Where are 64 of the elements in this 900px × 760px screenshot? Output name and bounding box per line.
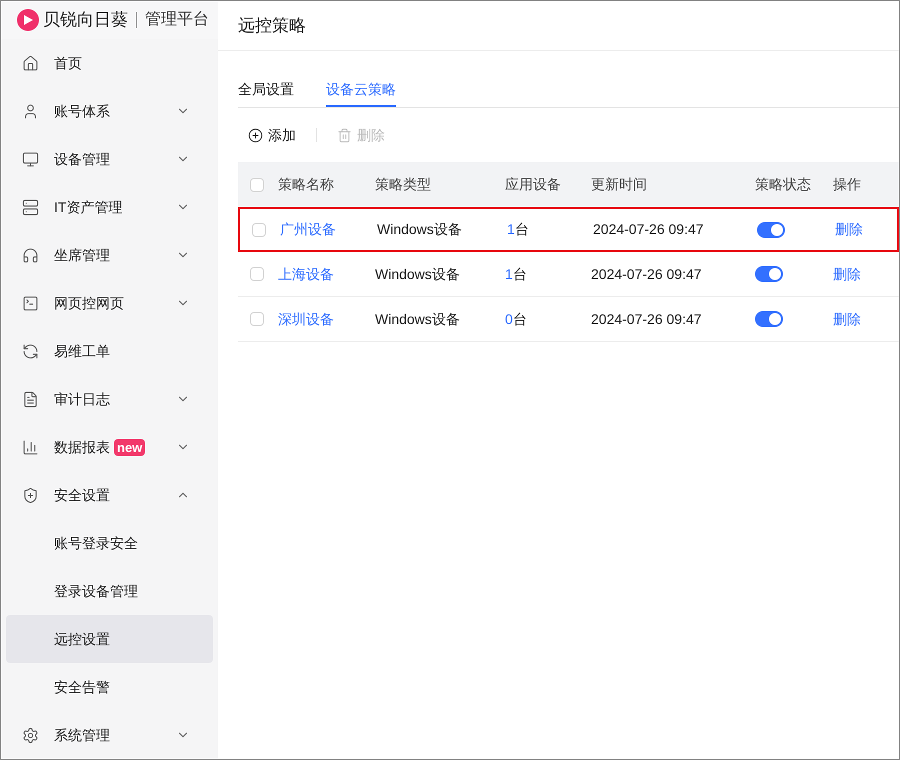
home-icon <box>22 54 39 72</box>
table-cell-text: Windows设备 <box>375 310 461 328</box>
settings-icon <box>22 726 39 744</box>
terminal-icon <box>22 294 39 312</box>
logo-icon <box>17 9 39 31</box>
sidebar-item[interactable]: 审计日志 <box>1 375 218 423</box>
sidebar-item[interactable]: 系统管理 <box>1 711 218 759</box>
table-cell-text: Windows设备 <box>377 220 463 239</box>
sidebar-item[interactable]: 安全设置 <box>1 471 218 519</box>
monitor-icon <box>22 150 39 168</box>
device-count: 1台 <box>505 264 528 284</box>
trash-icon <box>337 128 352 142</box>
new-badge: new <box>114 438 146 456</box>
toggle-switch[interactable] <box>755 311 783 327</box>
sidebar-item[interactable]: 网页控网页 <box>1 279 218 327</box>
sidebar-subitem[interactable]: 安全告警 <box>6 663 213 711</box>
table-cell-text: 2024-07-26 09:47 <box>591 310 703 328</box>
column-header: 策略状态 <box>755 175 812 194</box>
checkbox[interactable] <box>250 178 264 192</box>
sidebar-item[interactable]: 设备管理 <box>1 135 218 183</box>
page-title: 远控策略 <box>238 14 306 37</box>
product-name: 管理平台 <box>145 10 209 30</box>
sidebar-item[interactable]: 账号体系 <box>1 87 218 135</box>
brand-name: 贝锐向日葵 <box>43 9 128 32</box>
delete-link[interactable]: 删除 <box>833 308 899 330</box>
device-count: 0台 <box>505 310 528 328</box>
sidebar-subitem[interactable]: 远控设置 <box>6 615 213 663</box>
policy-name-link[interactable]: 广州设备 <box>280 219 377 240</box>
sidebar-subitem[interactable]: 账号登录安全 <box>6 519 213 567</box>
tab[interactable]: 全局设置 <box>238 73 294 107</box>
tab[interactable]: 设备云策略 <box>326 73 396 107</box>
column-header: 操作 <box>833 175 862 194</box>
document-icon <box>22 390 39 408</box>
add-button[interactable]: 添加 <box>248 124 296 146</box>
table-cell-text: 2024-07-26 09:47 <box>593 220 705 239</box>
toggle-switch[interactable] <box>755 266 783 282</box>
sidebar-subitem[interactable]: 登录设备管理 <box>6 567 213 615</box>
user-icon <box>22 102 39 120</box>
column-header: 应用设备 <box>505 175 562 194</box>
policy-name-link[interactable]: 上海设备 <box>278 264 375 284</box>
device-count: 1台 <box>507 220 530 239</box>
checkbox[interactable] <box>252 222 266 236</box>
column-header: 策略名称 <box>278 175 335 194</box>
plus-icon <box>248 128 263 142</box>
shield-icon <box>22 486 39 504</box>
sidebar-item[interactable]: IT资产管理 <box>1 183 218 231</box>
headset-icon <box>22 246 39 264</box>
checkbox[interactable] <box>250 312 264 326</box>
server-icon <box>22 198 39 216</box>
toggle-switch[interactable] <box>757 222 785 238</box>
sidebar-item[interactable]: 首页 <box>1 39 218 87</box>
sidebar-item[interactable]: 坐席管理 <box>1 231 218 279</box>
column-header: 策略类型 <box>375 175 432 194</box>
loop-icon <box>22 342 39 360</box>
policy-name-link[interactable]: 深圳设备 <box>278 308 375 330</box>
checkbox[interactable] <box>250 267 264 281</box>
table-cell-text: 2024-07-26 09:47 <box>591 264 703 284</box>
delete-link[interactable]: 删除 <box>833 264 899 284</box>
sidebar-item[interactable]: 数据报表 new <box>1 423 218 471</box>
table-cell-text: Windows设备 <box>375 264 461 284</box>
column-header: 更新时间 <box>591 175 648 194</box>
sidebar-item[interactable]: 易维工单 <box>1 327 218 375</box>
delete-link[interactable]: 删除 <box>835 219 897 240</box>
bar-chart-icon <box>22 438 39 456</box>
